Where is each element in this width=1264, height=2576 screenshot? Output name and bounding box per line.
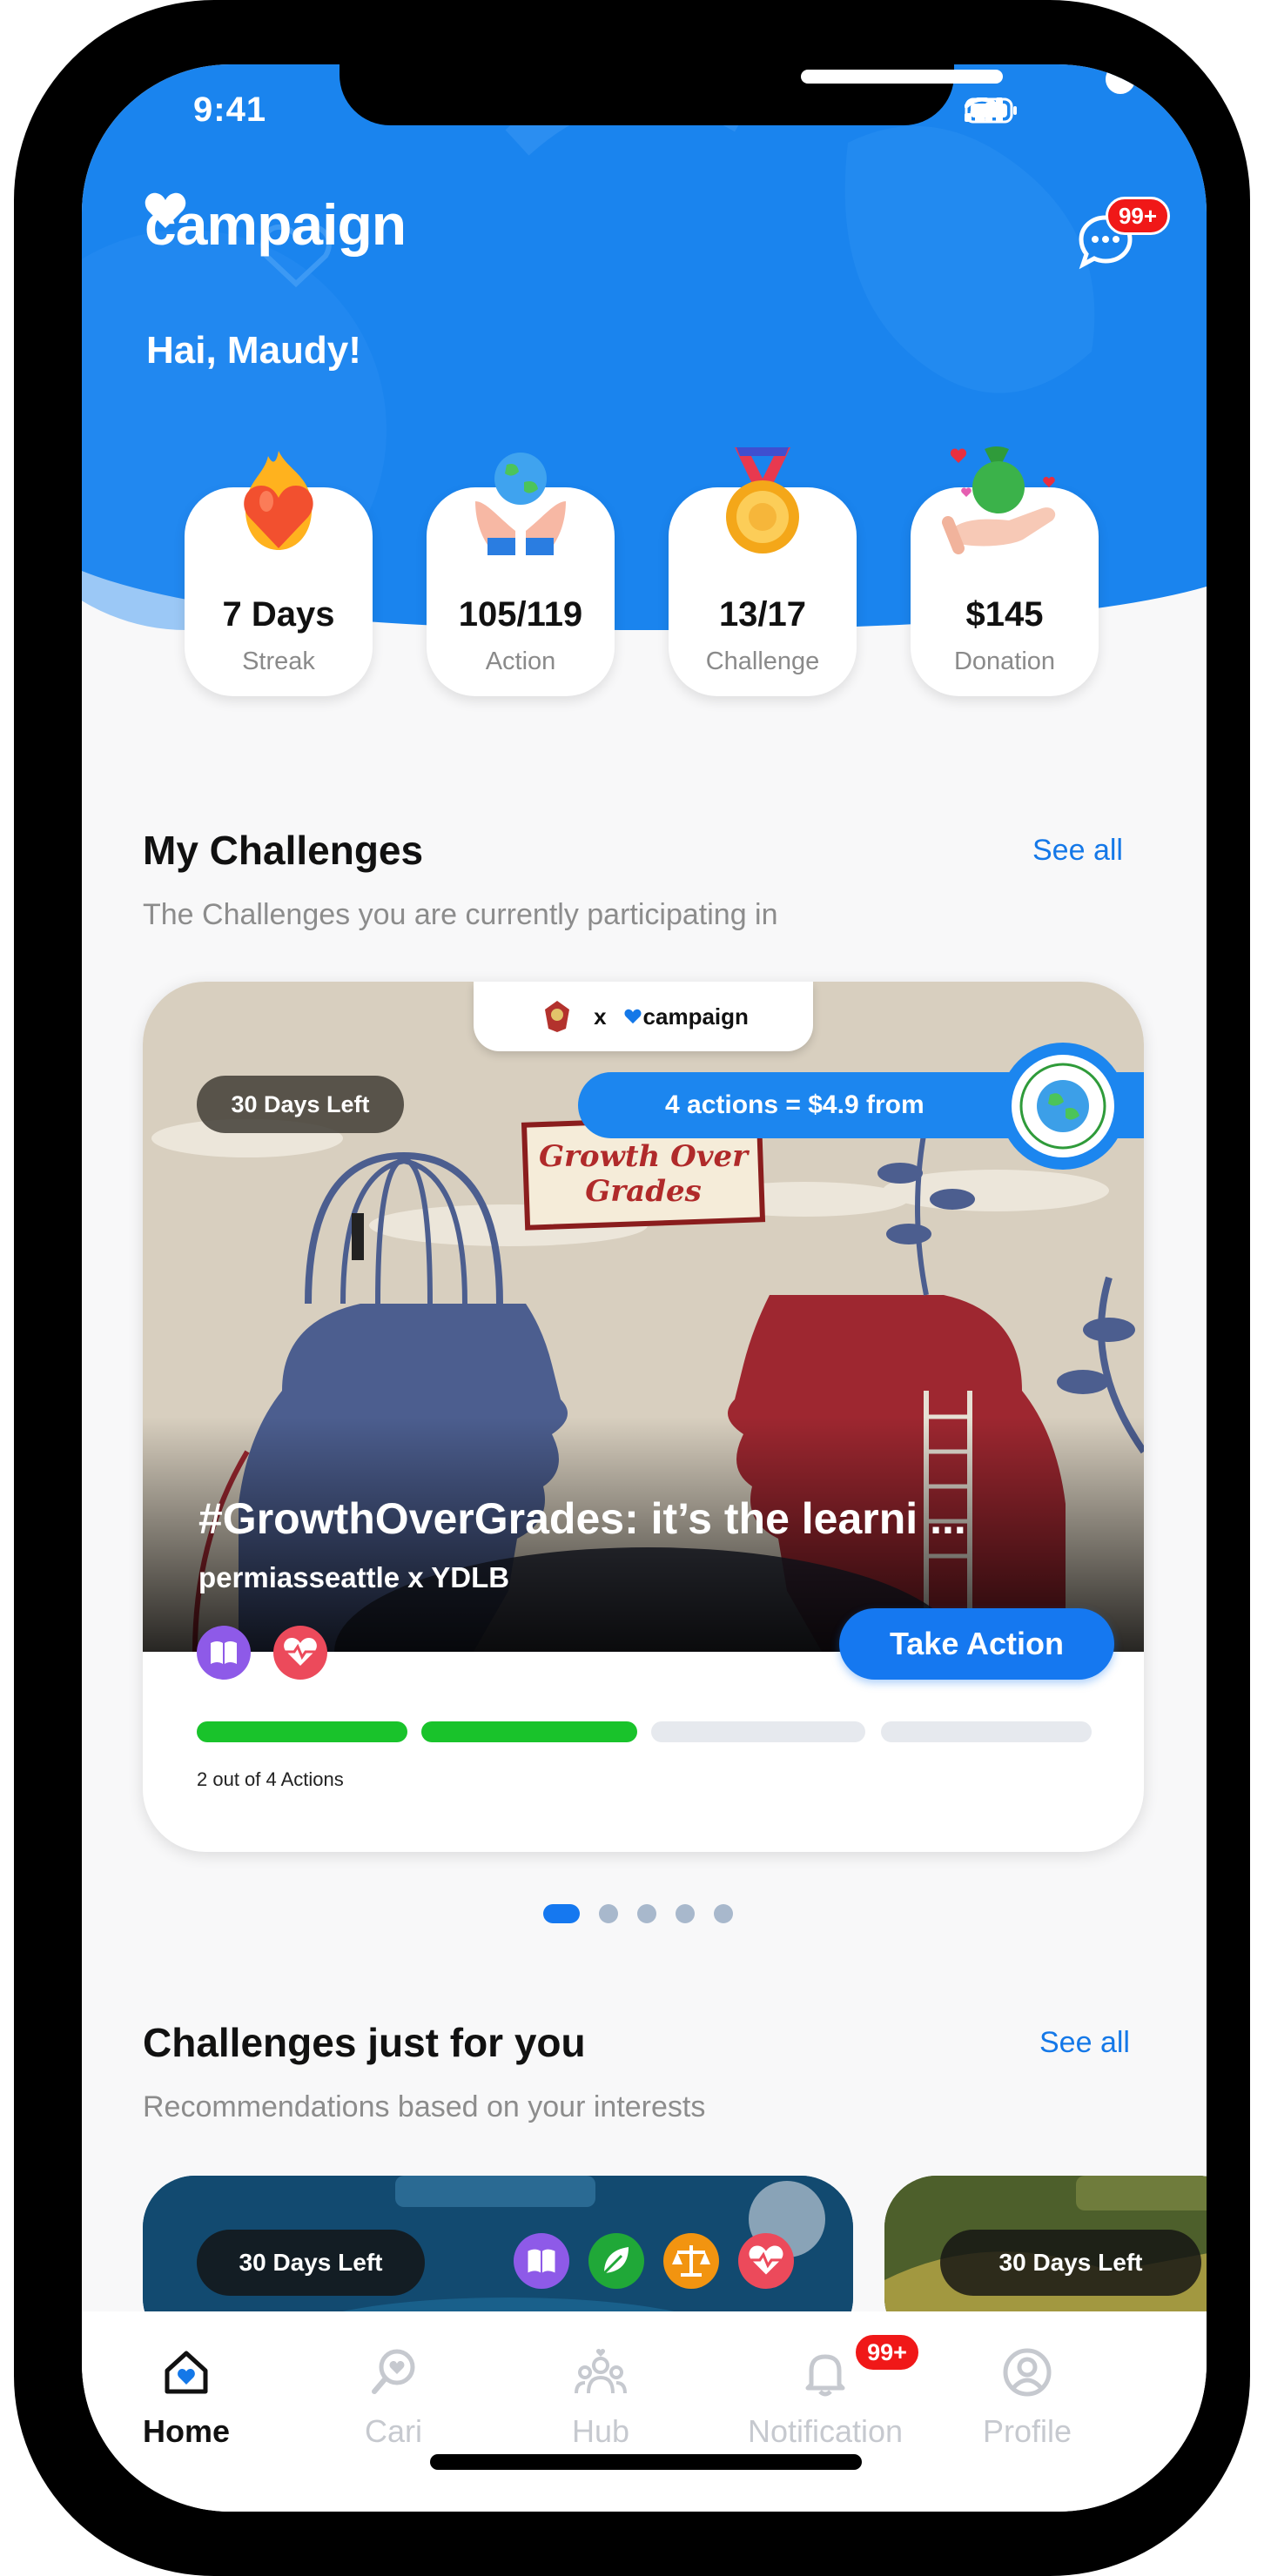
progress-segment-done (197, 1721, 407, 1742)
nav-label: Cari (364, 2413, 422, 2449)
community-icon (575, 2349, 627, 2394)
progress-segment-done (421, 1721, 637, 1742)
nav-label: Profile (982, 2413, 1072, 2449)
section-title-my-challenges: My Challenges (143, 828, 424, 873)
stat-label: Streak (242, 647, 315, 675)
stat-card-streak[interactable]: 7 Days Streak (185, 451, 373, 696)
home-indicator[interactable] (430, 2454, 862, 2470)
speaker-grille (801, 70, 1003, 84)
cover-banner-text: Growth Over (539, 1139, 750, 1174)
challenge-organizer: permiasseattle x YDLB (198, 1561, 510, 1593)
nav-item-cari[interactable]: Cari (289, 2346, 498, 2450)
phone-frame: 9:41 campaign 99+ Hai, Maudy! 7 Days Str… (14, 0, 1250, 2576)
stat-card-challenge[interactable]: 13/17 Challenge (669, 447, 857, 696)
globe-logo-icon (1019, 1063, 1106, 1150)
nav-item-hub[interactable]: Hub (496, 2346, 705, 2450)
progress-segment-todo (881, 1721, 1092, 1742)
stat-label: Donation (953, 647, 1056, 675)
nav-label: Hub (571, 2413, 630, 2449)
app-logo: campaign (145, 191, 407, 258)
stat-card-action[interactable]: 105/119 Action (427, 453, 615, 696)
messages-badge: 99+ (1106, 197, 1170, 235)
heart-pulse-icon (738, 2233, 794, 2289)
volume-down-button (14, 888, 33, 1088)
bottom-navigation: Home Cari Hub Notification Profile (82, 2311, 1207, 2512)
section-subtitle-for-you: Recommendations based on your interests (143, 2090, 706, 2123)
stat-value: $145 (965, 595, 1044, 634)
see-all-my-challenges-link[interactable]: See all (1032, 834, 1123, 868)
medal-icon (710, 444, 815, 561)
heart-logo-icon (624, 1009, 642, 1024)
section-subtitle-my-challenges: The Challenges you are currently partici… (143, 898, 778, 931)
hands-globe-icon (468, 444, 573, 561)
days-left-badge: 30 Days Left (197, 2230, 425, 2296)
pagination-dot-active[interactable] (543, 1904, 580, 1923)
leaf-icon (588, 2233, 644, 2289)
stat-value: 7 Days (222, 595, 335, 634)
nav-item-home[interactable]: Home (82, 2346, 291, 2450)
fire-heart-icon (226, 444, 331, 561)
status-time: 9:41 (193, 91, 267, 129)
partner-banner: x campaign (474, 982, 813, 1051)
stat-card-donation[interactable]: $145 Donation (911, 446, 1099, 696)
search-heart-icon (372, 2349, 415, 2394)
nav-label: Home (142, 2413, 231, 2449)
pagination-dot[interactable] (637, 1904, 656, 1923)
stat-label: Action (485, 647, 556, 675)
sponsor-logo (999, 1043, 1126, 1170)
heart-pulse-icon (273, 1626, 327, 1680)
nav-item-profile[interactable]: Profile (923, 2346, 1132, 2450)
days-left-badge: 30 Days Left (197, 1076, 404, 1133)
days-left-badge: 30 Days Left (940, 2230, 1201, 2296)
heart-logo-icon (145, 192, 186, 228)
battery-icon (965, 97, 1017, 124)
progress-text: 2 out of 4 Actions (197, 1768, 344, 1790)
book-icon (514, 2233, 569, 2289)
money-bag-hand-icon (939, 444, 1070, 561)
profile-icon (1003, 2348, 1052, 2397)
pagination-dot[interactable] (599, 1904, 618, 1923)
progress-segment-todo (651, 1721, 865, 1742)
greeting-text: Hai, Maudy! (146, 329, 361, 372)
book-icon (197, 1626, 251, 1680)
bell-icon (805, 2354, 845, 2397)
app-screen: 9:41 campaign 99+ Hai, Maudy! 7 Days Str… (82, 64, 1207, 2512)
scale-icon (663, 2233, 719, 2289)
svg-text:Grades: Grades (585, 1174, 702, 1209)
stat-label: Challenge (705, 647, 820, 675)
volume-up-button (14, 648, 33, 849)
partner-x: x (594, 1003, 607, 1030)
device-notch (340, 64, 1135, 125)
take-action-button[interactable]: Take Action (839, 1608, 1114, 1680)
notification-badge: 99+ (853, 2332, 921, 2372)
pagination-dot[interactable] (714, 1904, 733, 1923)
challenge-card[interactable]: Growth Over Grades x campaign 30 Days Le… (143, 982, 1144, 1852)
nav-label: Notification (747, 2413, 904, 2449)
pagination-dot[interactable] (676, 1904, 695, 1923)
see-all-for-you-link[interactable]: See all (1039, 2026, 1130, 2060)
home-icon (165, 2351, 208, 2394)
section-title-for-you: Challenges just for you (143, 2020, 586, 2065)
partner-emblem-icon (545, 1001, 570, 1032)
stat-value: 105/119 (458, 595, 583, 634)
partner-brand: campaign (624, 1003, 749, 1030)
front-camera (1106, 64, 1135, 94)
stat-value: 13/17 (718, 595, 807, 634)
power-button (1231, 648, 1250, 936)
carousel-pagination (543, 1904, 733, 1923)
challenge-title: #GrowthOverGrades: it’s the learni ... (198, 1494, 966, 1543)
